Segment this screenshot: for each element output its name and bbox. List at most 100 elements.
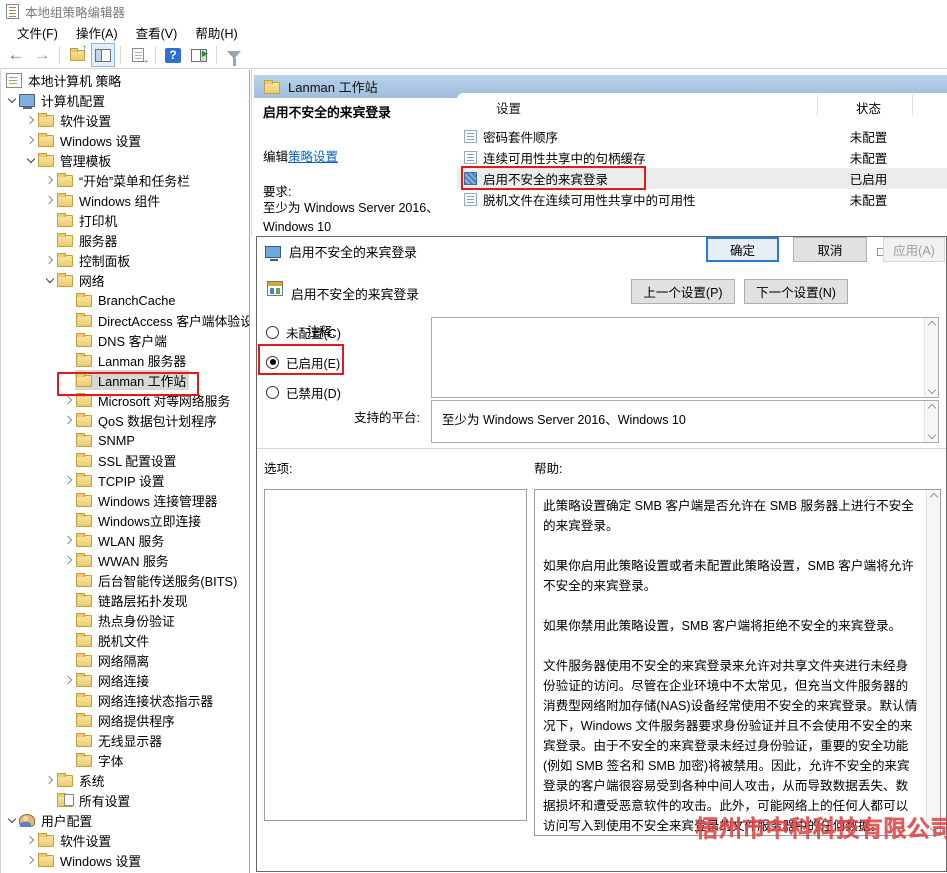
tree-item[interactable]: 服务器 <box>1 230 249 250</box>
expander-open-icon[interactable] <box>5 818 18 822</box>
settings-row[interactable]: 脱机文件在连续可用性共享中的可用性未配置 <box>457 189 947 210</box>
tree-item[interactable]: QoS 数据包计划程序 <box>1 410 249 430</box>
column-header-status[interactable]: 状态 <box>821 98 916 117</box>
tree-item[interactable]: Windows立即连接 <box>1 510 249 530</box>
expander-open-icon[interactable] <box>5 98 18 102</box>
tree-item[interactable]: WLAN 服务 <box>1 530 249 550</box>
tree-item[interactable]: BranchCache <box>1 290 249 310</box>
settings-row[interactable]: 密码套件顺序未配置 <box>457 126 947 147</box>
tree-item[interactable]: DNS 客户端 <box>1 330 249 350</box>
radio-button-icon[interactable] <box>266 326 279 339</box>
expander-closed-icon[interactable] <box>62 557 75 563</box>
expander-closed-icon[interactable] <box>24 857 37 863</box>
scroll-down-icon[interactable] <box>927 431 935 439</box>
tree-item[interactable]: 热点身份验证 <box>1 610 249 630</box>
tree-item[interactable]: 打印机 <box>1 210 249 230</box>
menu-item[interactable]: 文件(F) <box>8 21 67 44</box>
help-icon[interactable]: ? <box>162 44 184 66</box>
scroll-up-icon[interactable] <box>927 404 935 412</box>
tree-item[interactable]: Windows 组件 <box>1 190 249 210</box>
console-tree-panel: 本地计算机 策略计算机配置软件设置Windows 设置管理模板“开始”菜单和任务… <box>0 70 250 873</box>
radio-button-icon[interactable] <box>266 356 279 369</box>
tree-item[interactable]: 后台智能传送服务(BITS) <box>1 570 249 590</box>
tree-item[interactable]: Windows 连接管理器 <box>1 490 249 510</box>
up-one-level-icon[interactable]: ↑ <box>66 44 88 66</box>
expander-closed-icon[interactable] <box>62 537 75 543</box>
tree-item[interactable]: 脱机文件 <box>1 630 249 650</box>
tree-item[interactable]: 无线显示器 <box>1 730 249 750</box>
column-header-setting[interactable]: 设置 <box>496 98 521 117</box>
tree-item[interactable]: “开始”菜单和任务栏 <box>1 170 249 190</box>
expander-closed-icon[interactable] <box>24 137 37 143</box>
expander-closed-icon[interactable] <box>43 197 56 203</box>
tree-item[interactable]: 网络提供程序 <box>1 710 249 730</box>
tree-item[interactable]: 网络连接状态指示器 <box>1 690 249 710</box>
expander-open-icon[interactable] <box>43 278 56 282</box>
ok-button[interactable]: 确定 <box>706 237 779 262</box>
column-separator[interactable] <box>912 95 913 115</box>
expander-closed-icon[interactable] <box>62 677 75 683</box>
cancel-button[interactable]: 取消 <box>793 237 867 262</box>
comment-scrollbar[interactable] <box>924 318 938 397</box>
settings-row[interactable]: 启用不安全的来宾登录已启用 <box>457 168 947 189</box>
expander-closed-icon[interactable] <box>24 117 37 123</box>
edit-policy-setting-link[interactable]: 策略设置 <box>288 150 338 164</box>
tree-item[interactable]: 系统 <box>1 770 249 790</box>
tree-item[interactable]: 计算机配置 <box>1 90 249 110</box>
platform-scrollbar[interactable] <box>924 401 938 442</box>
menu-item[interactable]: 查看(V) <box>127 21 187 44</box>
tree-item[interactable]: 所有设置 <box>1 790 249 810</box>
expander-closed-icon[interactable] <box>62 417 75 423</box>
radio-option[interactable]: 已启用(E) <box>266 351 341 373</box>
tree-item[interactable]: TCPIP 设置 <box>1 470 249 490</box>
column-separator[interactable] <box>817 95 818 115</box>
show-action-pane-icon[interactable]: ▶ <box>188 44 210 66</box>
tree-item[interactable]: 字体 <box>1 750 249 770</box>
tree-item[interactable]: SNMP <box>1 430 249 450</box>
settings-row[interactable]: 连续可用性共享中的句柄缓存未配置 <box>457 147 947 168</box>
tree-item[interactable]: Windows 设置 <box>1 130 249 150</box>
tree-item[interactable]: 软件设置 <box>1 110 249 130</box>
tree-item[interactable]: Microsoft 对等网络服务 <box>1 390 249 410</box>
tree-item[interactable]: Lanman 服务器 <box>1 350 249 370</box>
expander-closed-icon[interactable] <box>62 397 75 403</box>
expander-closed-icon[interactable] <box>43 177 56 183</box>
help-scrollbar[interactable] <box>926 490 940 835</box>
tree-item[interactable]: 网络 <box>1 270 249 290</box>
tree-item[interactable]: SSL 配置设置 <box>1 450 249 470</box>
tree-item[interactable]: 用户配置 <box>1 810 249 830</box>
menu-item[interactable]: 帮助(H) <box>186 21 246 44</box>
show-console-tree-icon[interactable] <box>92 44 114 66</box>
tree-item[interactable]: 本地计算机 策略 <box>1 70 249 90</box>
expander-closed-icon[interactable] <box>24 837 37 843</box>
tree-item[interactable]: 控制面板 <box>1 250 249 270</box>
next-setting-button[interactable]: 下一个设置(N) <box>744 279 848 304</box>
tree-item[interactable]: WWAN 服务 <box>1 550 249 570</box>
scroll-up-icon[interactable] <box>927 321 935 329</box>
tree-item[interactable]: 管理模板 <box>1 150 249 170</box>
tree-item[interactable]: 链路层拓扑发现 <box>1 590 249 610</box>
scroll-up-icon[interactable] <box>929 493 937 501</box>
forward-icon[interactable]: → <box>31 44 53 66</box>
back-icon[interactable]: ← <box>5 44 27 66</box>
tree-item[interactable]: 网络隔离 <box>1 650 249 670</box>
expander-open-icon[interactable] <box>24 158 37 162</box>
supported-platform-box[interactable]: 至少为 Windows Server 2016、Windows 10 <box>431 400 939 443</box>
radio-button-icon[interactable] <box>266 386 279 399</box>
expander-closed-icon[interactable] <box>62 477 75 483</box>
tree-item[interactable]: 软件设置 <box>1 830 249 850</box>
tree-item[interactable]: Windows 设置 <box>1 850 249 870</box>
menu-item[interactable]: 操作(A) <box>67 21 127 44</box>
apply-button[interactable]: 应用(A) <box>883 237 945 262</box>
tree-item[interactable]: Lanman 工作站 <box>1 370 249 390</box>
export-list-icon[interactable]: → <box>127 44 149 66</box>
expander-closed-icon[interactable] <box>43 257 56 263</box>
filter-icon[interactable] <box>223 44 245 66</box>
scroll-down-icon[interactable] <box>927 386 935 394</box>
expander-closed-icon[interactable] <box>43 777 56 783</box>
radio-option[interactable]: 已禁用(D) <box>266 381 341 403</box>
comment-textbox[interactable] <box>431 317 939 398</box>
tree-item[interactable]: 网络连接 <box>1 670 249 690</box>
tree-item[interactable]: DirectAccess 客户端体验设置 <box>1 310 249 330</box>
previous-setting-button[interactable]: 上一个设置(P) <box>631 279 735 304</box>
